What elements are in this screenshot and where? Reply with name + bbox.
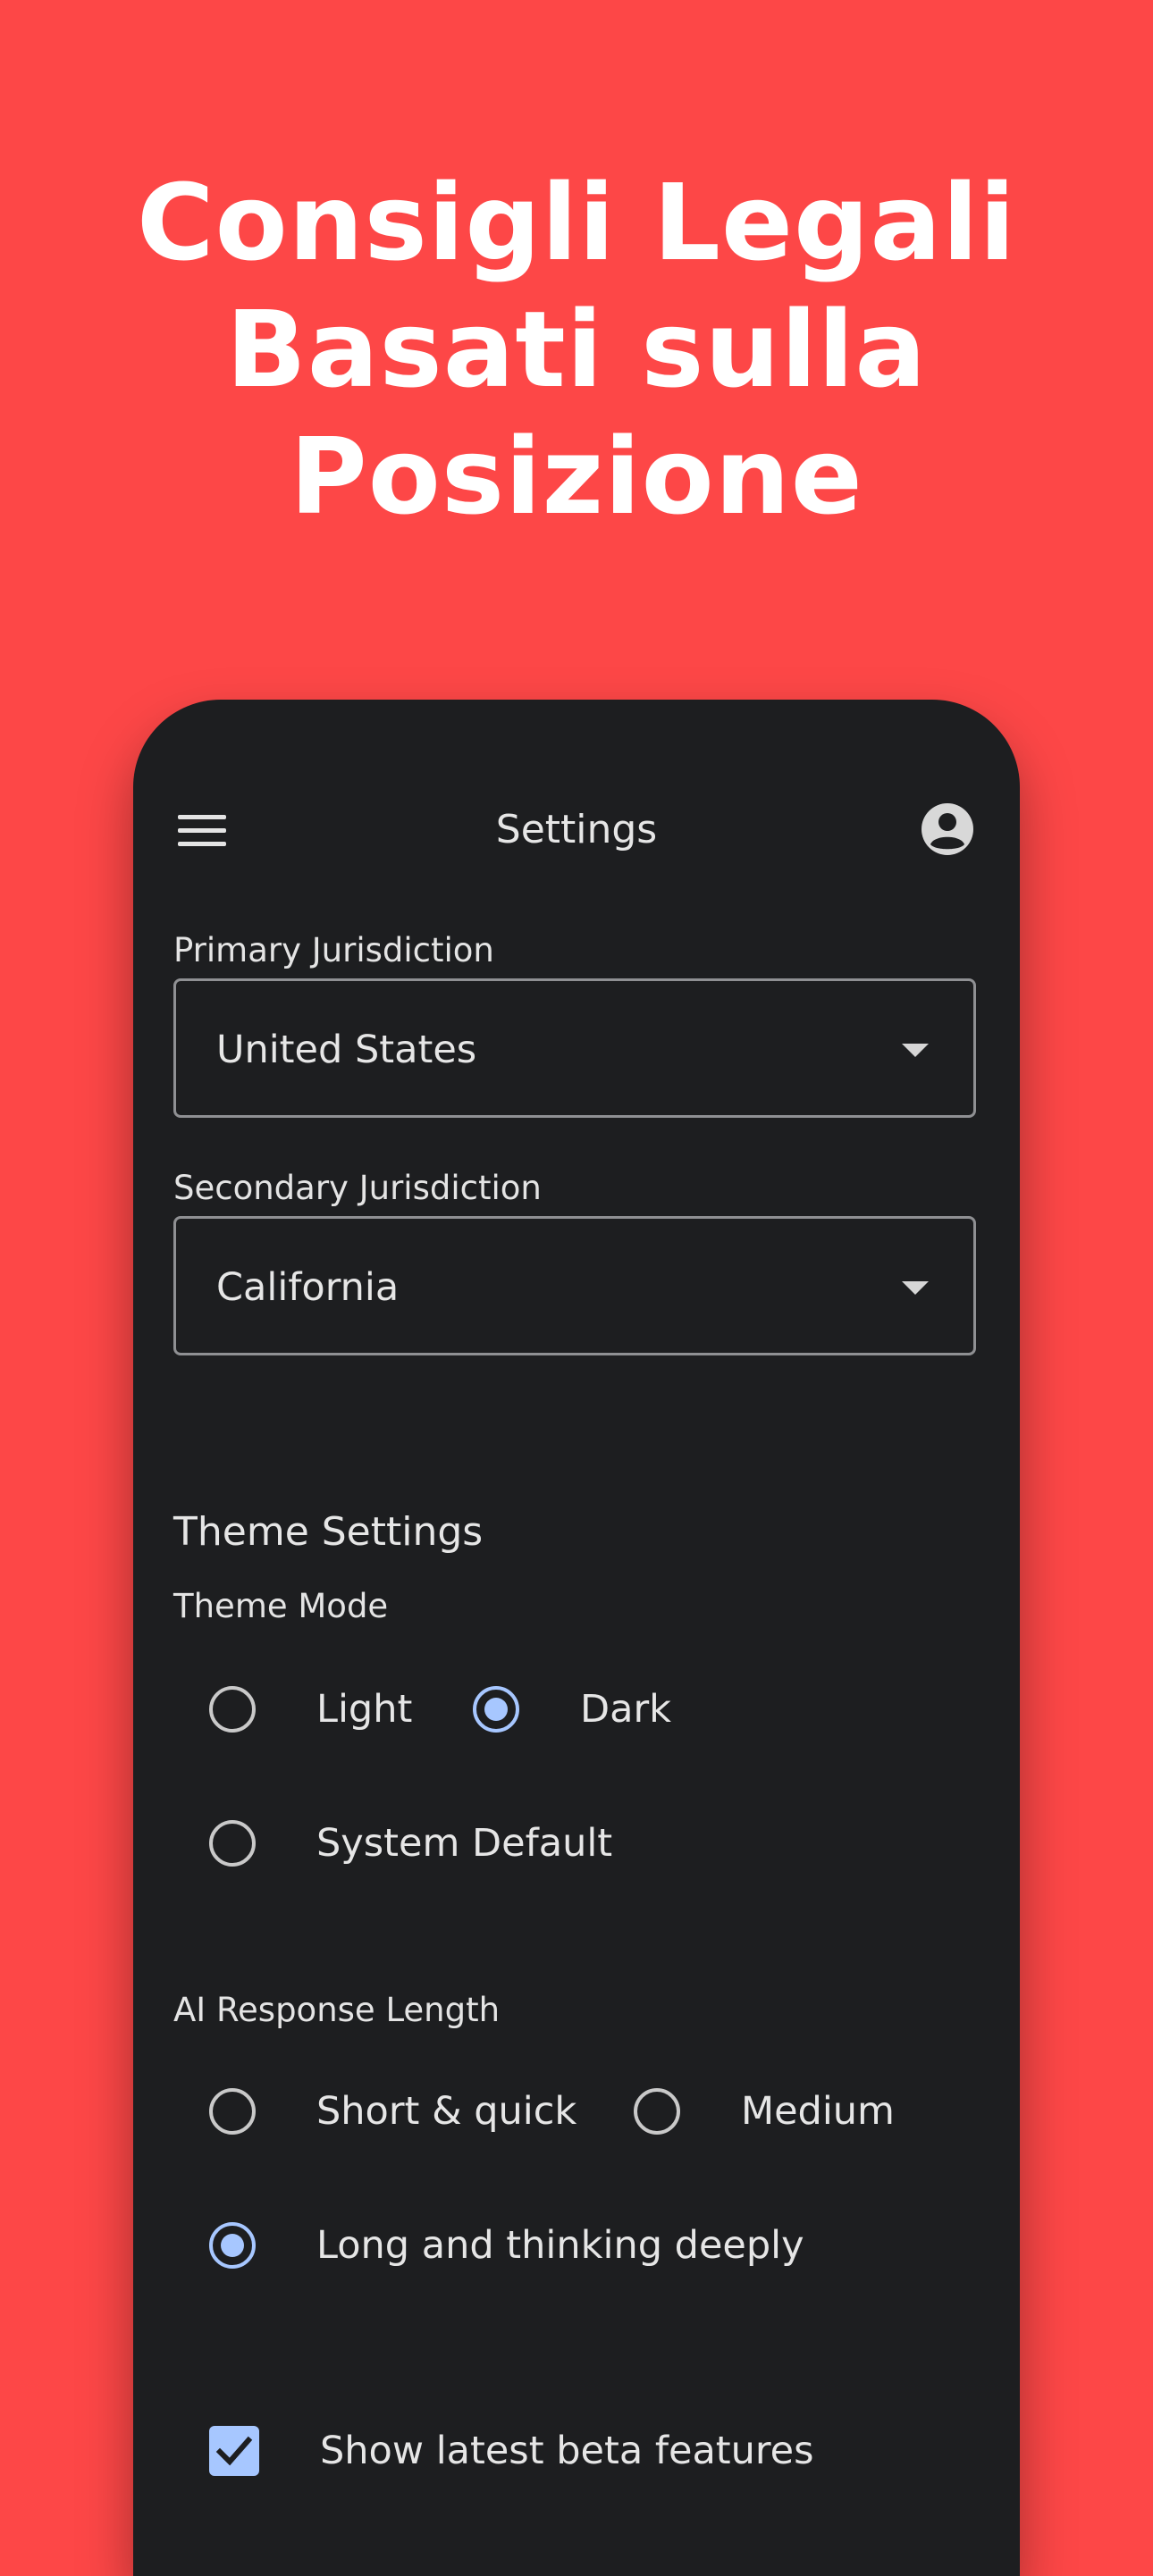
radio-checked-icon — [473, 1686, 519, 1733]
beta-features-label: Show latest beta features — [320, 2429, 814, 2473]
radio-label: Short & quick — [316, 2089, 577, 2134]
dropdown-arrow-icon — [902, 1281, 929, 1295]
radio-label: System Default — [316, 1821, 613, 1866]
radio-checked-icon — [209, 2222, 256, 2269]
secondary-jurisdiction-select[interactable]: California — [173, 1216, 976, 1355]
radio-response-long[interactable]: Long and thinking deeply — [209, 2210, 804, 2281]
radio-theme-system-default[interactable]: System Default — [209, 1808, 612, 1879]
radio-theme-dark[interactable]: Dark — [473, 1674, 671, 1745]
radio-label: Light — [316, 1687, 413, 1732]
primary-jurisdiction-label: Primary Jurisdiction — [173, 931, 494, 969]
theme-settings-title: Theme Settings — [173, 1509, 484, 1555]
headline-line-1: Consigli Legali — [136, 161, 1016, 284]
dropdown-arrow-icon — [902, 1044, 929, 1057]
beta-features-checkbox[interactable]: Show latest beta features — [209, 2426, 814, 2476]
app-bar: Settings — [133, 789, 1020, 869]
radio-unchecked-icon — [209, 1686, 256, 1733]
headline: Consigli Legali Basati sulla Posizione — [0, 159, 1153, 540]
phone-screen: Settings Primary Jurisdiction United Sta… — [133, 700, 1020, 2576]
radio-label: Long and thinking deeply — [316, 2223, 804, 2268]
checkbox-checked-icon — [209, 2426, 259, 2476]
account-circle-icon[interactable] — [920, 801, 975, 857]
headline-line-2: Basati sulla — [225, 288, 928, 411]
radio-unchecked-icon — [209, 2088, 256, 2135]
radio-response-short[interactable]: Short & quick — [209, 2076, 576, 2147]
primary-jurisdiction-value: United States — [216, 1028, 477, 1072]
radio-label: Medium — [741, 2089, 895, 2134]
primary-jurisdiction-select[interactable]: United States — [173, 978, 976, 1118]
ai-response-length-label: AI Response Length — [173, 1991, 501, 2029]
headline-line-3: Posizione — [290, 415, 863, 538]
page-title: Settings — [495, 807, 658, 852]
radio-label: Dark — [580, 1687, 672, 1732]
radio-theme-light[interactable]: Light — [209, 1674, 412, 1745]
secondary-jurisdiction-label: Secondary Jurisdiction — [173, 1169, 542, 1207]
radio-unchecked-icon — [634, 2088, 680, 2135]
secondary-jurisdiction-value: California — [216, 1265, 400, 1310]
radio-unchecked-icon — [209, 1820, 256, 1867]
radio-response-medium[interactable]: Medium — [634, 2076, 895, 2147]
theme-mode-label: Theme Mode — [173, 1587, 389, 1625]
